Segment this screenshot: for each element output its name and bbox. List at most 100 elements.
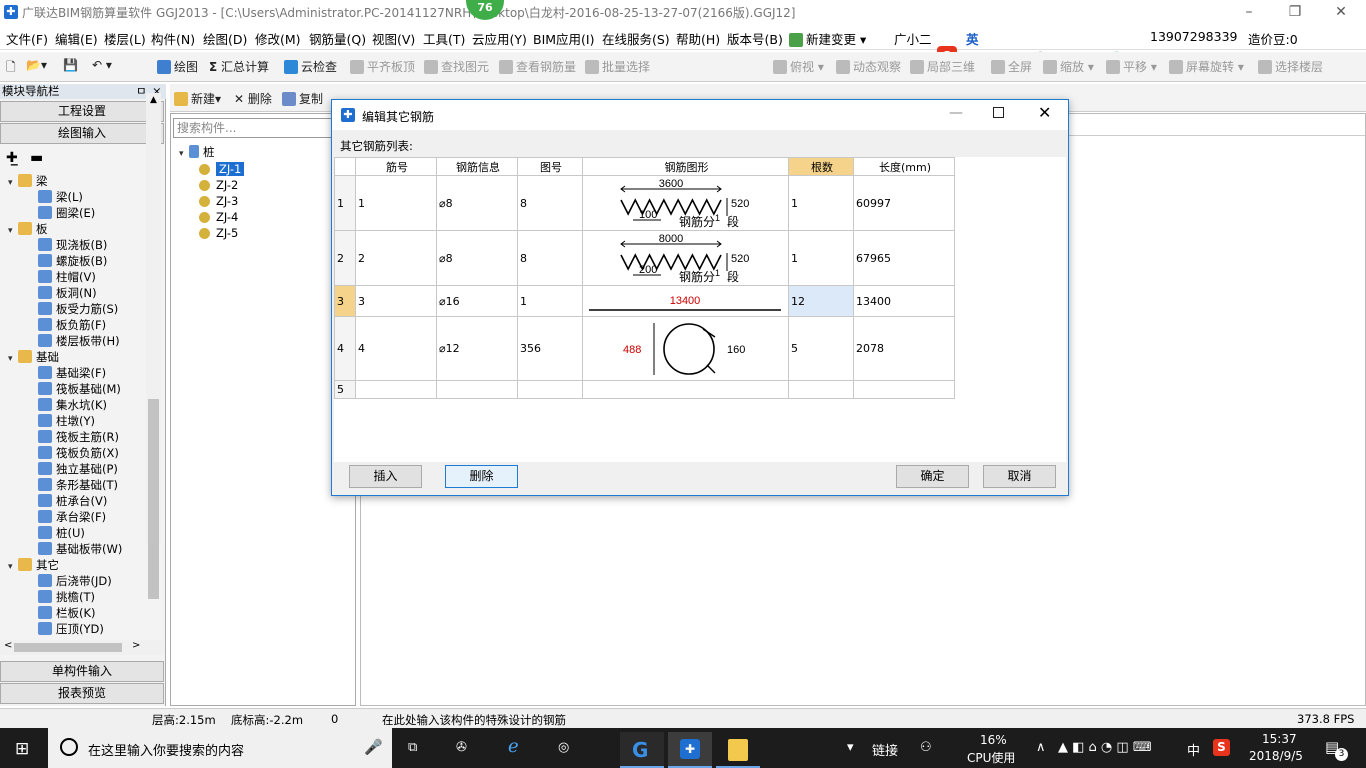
nav-group[interactable]: ▾ 梁 (8, 173, 146, 189)
scroll-right-icon[interactable]: > (132, 640, 140, 651)
nav-item[interactable]: 板负筋(F) (8, 317, 146, 333)
rebar-info-cell[interactable]: ⌀12 (436, 316, 518, 381)
delete-component-button[interactable]: ✕ 删除 (234, 90, 272, 107)
menu-view[interactable]: 视图(V) (372, 29, 415, 48)
project-settings-button[interactable]: 工程设置 (0, 101, 164, 122)
scroll-up-icon[interactable]: ▲ (146, 93, 161, 108)
menu-component[interactable]: 构件(N) (151, 29, 195, 48)
count-cell[interactable]: 1 (788, 175, 854, 231)
task-view-icon[interactable]: ⧉ (408, 740, 417, 755)
shape-cell[interactable]: 488 160 (582, 316, 789, 381)
nav-item[interactable]: 梁(L) (8, 189, 146, 205)
report-preview-button[interactable]: 报表预览 (0, 683, 164, 704)
nav-item[interactable]: 基础板带(W) (8, 541, 146, 557)
ie-icon[interactable]: ℯ (508, 736, 519, 757)
menu-new-change[interactable]: 新建变更 ▾ (789, 29, 866, 48)
tray-link[interactable]: 链接 (872, 740, 898, 759)
length-cell[interactable]: 60997 (853, 175, 955, 231)
nav-item[interactable]: 桩(U) (8, 525, 146, 541)
hscroll-thumb[interactable] (14, 643, 122, 652)
new-file-icon[interactable]: 🗋 (6, 58, 16, 79)
nav-item[interactable]: 圈梁(E) (8, 205, 146, 221)
dialog-minimize-icon[interactable]: — (949, 105, 963, 121)
copy-component-button[interactable]: 复制 (282, 90, 323, 107)
clock-time[interactable]: 15:37 (1262, 732, 1297, 746)
microphone-icon[interactable]: 🎤 (364, 738, 383, 756)
nav-hscrollbar[interactable]: < > (0, 640, 164, 655)
nav-item[interactable]: 现浇板(B) (8, 237, 146, 253)
dialog-close-icon[interactable]: ✕ (1038, 103, 1051, 122)
figure-no-cell[interactable] (517, 380, 583, 399)
zoom-button[interactable]: 缩放 ▾ (1043, 58, 1094, 75)
comp-item[interactable]: ZJ-5 (199, 225, 244, 241)
delete-button[interactable]: 删除 (445, 465, 518, 488)
bar-no-cell[interactable] (355, 380, 437, 399)
sogou-tray-icon[interactable]: S (1213, 739, 1230, 756)
nav-item[interactable]: 楼层板带(H) (8, 333, 146, 349)
summary-calc-button[interactable]: Σ 汇总计算 (209, 58, 269, 75)
price-bean[interactable]: 造价豆:0 (1248, 29, 1298, 48)
nav-item[interactable]: 栏板(K) (8, 605, 146, 621)
close-button[interactable]: ✕ (1318, 0, 1364, 24)
length-cell[interactable]: 2078 (853, 316, 955, 381)
fan-app-icon[interactable]: ✇ (456, 740, 467, 755)
comp-item[interactable]: ZJ-4 (199, 209, 244, 225)
fullscreen-button[interactable]: 全屏 (991, 58, 1032, 75)
rebar-row[interactable]: 3 3 ⌀16 1 13400 12 13400 (334, 285, 955, 317)
nav-item[interactable]: 独立基础(P) (8, 461, 146, 477)
nav-item[interactable]: 柱墩(Y) (8, 413, 146, 429)
collapse-all-icon[interactable]: ▬ (30, 150, 43, 166)
draw-button[interactable]: 绘图 (157, 58, 198, 75)
bar-no-cell[interactable]: 3 (355, 285, 437, 317)
rebar-info-cell[interactable]: ⌀16 (436, 285, 518, 317)
select-floor-button[interactable]: 选择楼层 (1258, 58, 1323, 75)
draw-input-button[interactable]: 绘图输入 (0, 123, 164, 144)
menu-tools[interactable]: 工具(T) (423, 29, 465, 48)
figure-no-cell[interactable]: 8 (517, 230, 583, 286)
rebar-info-cell[interactable]: ⌀8 (436, 230, 518, 286)
align-slab-top-button[interactable]: 平齐板顶 (350, 58, 415, 75)
bar-no-cell[interactable]: 2 (355, 230, 437, 286)
component-search-input[interactable]: 搜索构件... (173, 118, 355, 138)
nav-item[interactable]: 集水坑(K) (8, 397, 146, 413)
save-icon[interactable]: 💾 (63, 58, 78, 72)
menu-assistant[interactable]: 广小二 (894, 29, 932, 48)
nav-item[interactable]: 螺旋板(B) (8, 253, 146, 269)
nav-item[interactable]: 筏板负筋(X) (8, 445, 146, 461)
collapse-icon[interactable]: ▾ (8, 559, 18, 575)
bar-no-cell[interactable]: 4 (355, 316, 437, 381)
length-cell[interactable]: 67965 (853, 230, 955, 286)
nav-item[interactable]: 条形基础(T) (8, 477, 146, 493)
menu-cloud[interactable]: 云应用(Y) (472, 29, 527, 48)
clock-date[interactable]: 2018/9/5 (1249, 749, 1303, 763)
rebar-info-cell[interactable]: ⌀8 (436, 175, 518, 231)
people-icon[interactable]: ⚇ (920, 740, 932, 755)
open-file-icon[interactable]: 📂▾ (26, 58, 47, 72)
figure-no-cell[interactable]: 356 (517, 316, 583, 381)
nav-item[interactable]: 承台梁(F) (8, 509, 146, 525)
pin-icon[interactable]: ㅁ (136, 84, 147, 99)
menu-online[interactable]: 在线服务(S) (602, 29, 670, 48)
nav-group[interactable]: ▾ 板 (8, 221, 146, 237)
expand-all-icon[interactable]: ✚̲ (6, 150, 18, 166)
nav-item[interactable]: 压顶(YD) (8, 621, 146, 637)
count-cell[interactable]: 12 (788, 285, 854, 317)
rebar-row[interactable]: 1 1 ⌀8 8 3600 100 520 钢筋分 1 段 1 60997 (334, 175, 955, 231)
top-view-button[interactable]: 俯视 ▾ (773, 58, 824, 75)
nav-item[interactable]: 桩承台(V) (8, 493, 146, 509)
figure-no-cell[interactable]: 8 (517, 175, 583, 231)
nav-item[interactable]: 筏板主筋(R) (8, 429, 146, 445)
phone-number[interactable]: 13907298339 (1150, 29, 1237, 44)
single-component-input-button[interactable]: 单构件输入 (0, 661, 164, 682)
menu-version[interactable]: 版本号(B) (727, 29, 783, 48)
insert-button[interactable]: 插入 (349, 465, 422, 488)
minimize-button[interactable]: – (1226, 0, 1272, 24)
count-cell[interactable]: 5 (788, 316, 854, 381)
shape-cell[interactable]: 3600 100 520 钢筋分 1 段 (582, 175, 789, 231)
tray-icons[interactable]: ▲ ◧ ⌂ ◔ ◫ ⌨ (1058, 740, 1152, 755)
count-cell[interactable]: 1 (788, 230, 854, 286)
menu-floor[interactable]: 楼层(L) (104, 29, 146, 48)
ime-mode[interactable]: 英 (966, 29, 979, 48)
rebar-row[interactable]: 5 (334, 380, 955, 399)
cloud-check-button[interactable]: 云检查 (284, 58, 337, 75)
